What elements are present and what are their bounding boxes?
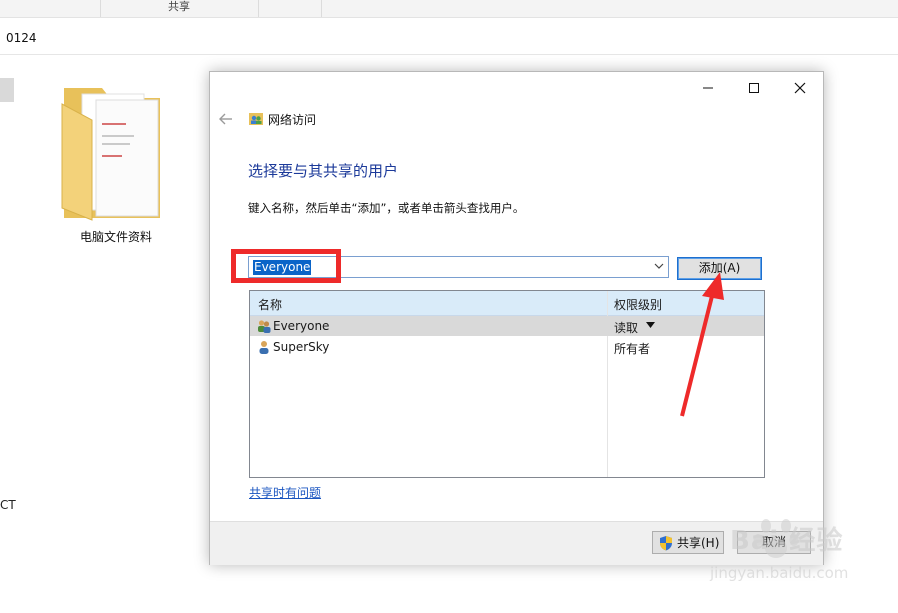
- close-button[interactable]: [777, 72, 823, 104]
- sharing-help-link[interactable]: 共享时有问题: [249, 484, 321, 501]
- minimize-icon: [703, 87, 713, 89]
- baidu-watermark: Bai 经验 jingyan.baidu.com: [680, 512, 895, 608]
- user-name: Everyone: [273, 319, 330, 333]
- dialog-titlebar: [210, 72, 823, 104]
- instruction-text: 键入名称，然后单击“添加”，或者单击箭头查找用户。: [248, 201, 525, 215]
- permission-level[interactable]: 读取: [614, 319, 638, 336]
- red-arrow-annotation: [680, 272, 724, 417]
- column-header-permission[interactable]: 权限级别: [614, 296, 662, 313]
- page-heading: 选择要与其共享的用户: [248, 162, 399, 180]
- network-access-dialog: 网络访问 选择要与其共享的用户 键入名称，然后单击“添加”，或者单击箭头查找用户…: [209, 71, 824, 565]
- explorer-ribbon: 共享: [0, 0, 898, 18]
- user-name: SuperSky: [273, 340, 330, 354]
- address-text: 0124: [6, 31, 37, 45]
- dialog-header-title: 网络访问: [268, 113, 317, 127]
- highlight-box: [231, 249, 341, 283]
- side-label: CT: [0, 498, 16, 512]
- back-button[interactable]: [219, 111, 233, 129]
- explorer-address-bar[interactable]: 0124: [0, 24, 898, 55]
- permission-level: 所有者: [614, 342, 651, 356]
- chevron-down-icon[interactable]: [654, 261, 664, 271]
- permission-dropdown-icon[interactable]: [646, 322, 655, 329]
- back-arrow-icon: [219, 113, 232, 125]
- ribbon-separator: [321, 0, 322, 17]
- folder-icon[interactable]: [56, 84, 176, 224]
- network-users-icon: [249, 113, 263, 125]
- maximize-button[interactable]: [731, 72, 777, 104]
- nav-pane-selection[interactable]: [0, 78, 14, 102]
- uac-shield-icon: [660, 536, 672, 551]
- watermark-url: jingyan.baidu.com: [710, 564, 849, 582]
- user-group-icon: [258, 320, 271, 333]
- column-header-name[interactable]: 名称: [258, 296, 282, 313]
- folder-label: 电脑文件资料: [79, 230, 152, 244]
- ribbon-separator: [258, 0, 259, 17]
- user-icon: [259, 341, 269, 354]
- ribbon-tab-share[interactable]: 共享: [100, 0, 258, 14]
- close-icon: [794, 82, 806, 94]
- watermark-text: Bai 经验: [730, 526, 844, 556]
- maximize-icon: [749, 83, 759, 93]
- minimize-button[interactable]: [685, 72, 731, 104]
